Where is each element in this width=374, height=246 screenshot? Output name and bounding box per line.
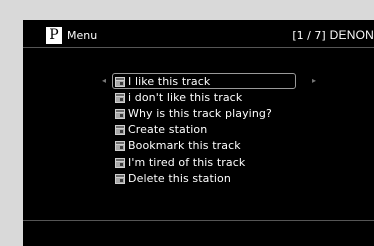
footer-divider bbox=[23, 220, 374, 221]
menu-item-label: i don't like this track bbox=[128, 91, 243, 104]
track-icon bbox=[115, 158, 125, 168]
page-title: Menu bbox=[67, 29, 98, 42]
pandora-logo-icon: P bbox=[46, 27, 62, 44]
arrow-left-icon[interactable]: ◂ bbox=[102, 75, 106, 87]
menu-item-label: Create station bbox=[128, 123, 208, 136]
track-icon bbox=[115, 174, 125, 184]
track-icon bbox=[115, 77, 125, 87]
header-bar: P Menu [1 / 7] DENON bbox=[23, 20, 374, 46]
track-icon bbox=[115, 141, 125, 151]
page-indicator: [1 / 7] bbox=[292, 29, 326, 42]
arrow-right-icon[interactable]: ▸ bbox=[312, 75, 316, 87]
track-icon bbox=[115, 125, 125, 135]
menu-item-label: Bookmark this track bbox=[128, 139, 241, 152]
track-icon bbox=[115, 109, 125, 119]
track-icon bbox=[115, 93, 125, 103]
menu-item-label: Delete this station bbox=[128, 172, 231, 185]
menu-item-label: I like this track bbox=[128, 75, 211, 88]
brand-label: DENON bbox=[329, 28, 374, 42]
menu-item-label: I'm tired of this track bbox=[128, 156, 246, 169]
header-divider bbox=[23, 47, 374, 48]
menu-item-label: Why is this track playing? bbox=[128, 107, 272, 120]
menu-screen: P Menu [1 / 7] DENON ◂ ▸ I like this trac… bbox=[23, 20, 374, 246]
page-info: [1 / 7] DENON bbox=[292, 27, 374, 44]
